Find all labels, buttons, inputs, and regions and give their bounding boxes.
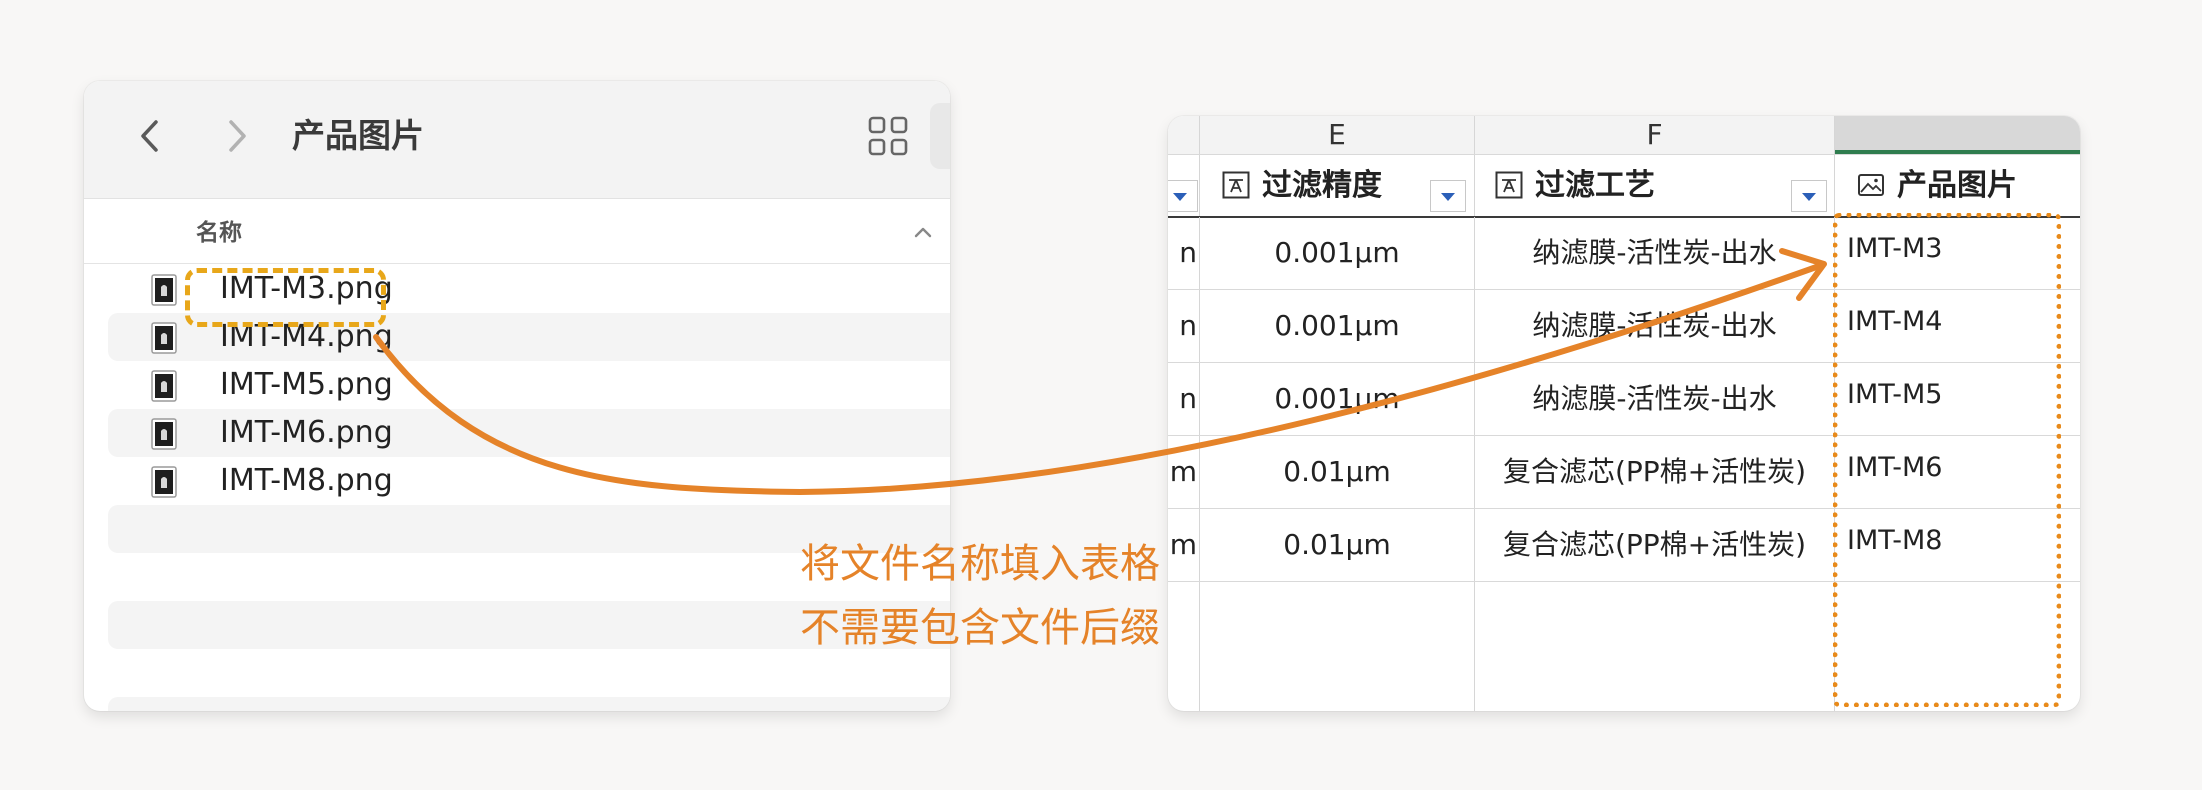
text-field-icon [1222, 171, 1250, 199]
table-cell[interactable]: 复合滤芯(PP棉+活性炭) [1475, 509, 1835, 581]
table-cell[interactable] [1168, 582, 1200, 711]
instruction-callout: 将文件名称填入表格 不需要包含文件后缀 [740, 532, 1160, 660]
table-cell[interactable]: 复合滤芯(PP棉+活性炭) [1475, 436, 1835, 508]
file-name: IMT-M5.png [220, 367, 393, 402]
target-column-highlight [1833, 213, 2061, 707]
png-file-icon [151, 274, 177, 306]
table-cell[interactable]: 0.001μm [1200, 290, 1475, 362]
table-cell[interactable]: n [1168, 290, 1200, 362]
chevron-left-icon [141, 120, 158, 152]
table-cell[interactable]: 0.001μm [1200, 217, 1475, 289]
callout-line-1: 将文件名称填入表格 [800, 541, 1160, 587]
sort-toggle[interactable] [910, 219, 936, 245]
png-file-icon [151, 418, 177, 450]
caret-down-icon [1173, 193, 1187, 201]
list-item[interactable]: IMT-M6.png [108, 409, 950, 457]
table-cell[interactable] [1475, 582, 1835, 711]
caret-down-icon [1802, 193, 1816, 201]
source-file-highlight [185, 268, 386, 327]
header-row: 过滤精度 过滤工艺 产品图片 [1168, 155, 2080, 218]
empty-row [108, 697, 950, 711]
filter-dropdown-e[interactable] [1430, 180, 1466, 212]
callout-line-2: 不需要包含文件后缀 [800, 605, 1160, 651]
list-item[interactable]: IMT-M8.png [108, 457, 950, 505]
filter-dropdown-d[interactable] [1168, 180, 1198, 212]
caret-down-icon [1441, 193, 1455, 201]
table-cell[interactable]: m [1168, 509, 1200, 581]
column-header-label: 名称 [196, 220, 242, 246]
name-column-header[interactable]: 名称 [84, 199, 950, 264]
column-letter-f[interactable]: F [1475, 116, 1835, 154]
table-cell[interactable]: m [1168, 436, 1200, 508]
table-cell[interactable]: 纳滤膜-活性炭-出水 [1475, 217, 1835, 289]
filter-dropdown-f[interactable] [1791, 180, 1827, 212]
header-cell-process[interactable]: 过滤工艺 [1475, 155, 1835, 216]
header-cell-image[interactable]: 产品图片 [1835, 155, 2080, 216]
header-cell-precision[interactable]: 过滤精度 [1200, 155, 1475, 216]
grid-view-icon [868, 116, 908, 156]
image-field-icon [1858, 174, 1884, 196]
png-file-icon [151, 466, 177, 498]
table-cell[interactable]: 0.01μm [1200, 436, 1475, 508]
view-mode-button[interactable] [867, 115, 909, 157]
forward-button[interactable] [211, 111, 261, 161]
chevron-right-icon [229, 120, 246, 152]
header-label: 产品图片 [1897, 168, 2017, 203]
table-cell[interactable] [1200, 582, 1475, 711]
table-cell[interactable]: n [1168, 217, 1200, 289]
column-letter-g[interactable] [1835, 116, 2080, 154]
header-cell-d[interactable] [1168, 155, 1200, 216]
png-file-icon [151, 370, 177, 402]
header-label: 过滤工艺 [1535, 168, 1655, 203]
table-cell[interactable]: 0.001μm [1200, 363, 1475, 435]
table-cell[interactable]: 0.01μm [1200, 509, 1475, 581]
file-name: IMT-M8.png [220, 463, 393, 498]
toolbar-search-edge[interactable] [930, 103, 950, 169]
table-cell[interactable]: 纳滤膜-活性炭-出水 [1475, 363, 1835, 435]
text-field-icon [1495, 171, 1523, 199]
finder-toolbar: 产品图片 [84, 81, 950, 199]
file-name: IMT-M6.png [220, 415, 393, 450]
table-cell[interactable]: 纳滤膜-活性炭-出水 [1475, 290, 1835, 362]
back-button[interactable] [126, 111, 176, 161]
chevron-up-icon [914, 227, 932, 238]
list-item[interactable]: IMT-M5.png [108, 361, 950, 409]
table-cell[interactable]: n [1168, 363, 1200, 435]
png-file-icon [151, 322, 177, 354]
column-letter-d[interactable] [1168, 116, 1200, 154]
header-label: 过滤精度 [1262, 168, 1382, 203]
column-letter-e[interactable]: E [1200, 116, 1475, 154]
window-title: 产品图片 [292, 116, 424, 155]
column-letters-bar: E F [1168, 116, 2080, 155]
